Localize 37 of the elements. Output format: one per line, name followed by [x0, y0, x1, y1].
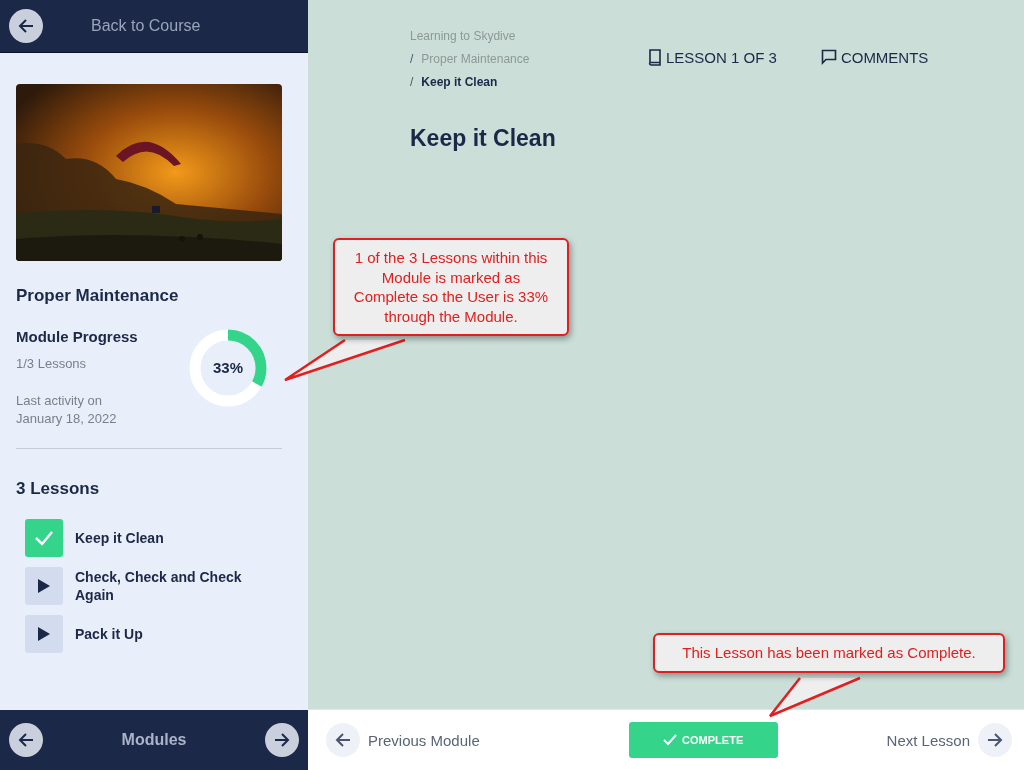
lesson-link[interactable]: Check, Check and Check Again: [75, 567, 260, 605]
comments-button[interactable]: COMMENTS: [820, 46, 929, 68]
arrow-right-icon: [986, 731, 1004, 749]
previous-module-link[interactable]: Previous Module: [326, 723, 480, 757]
back-to-course-link[interactable]: Back to Course: [91, 17, 201, 35]
arrow-left-icon: [334, 731, 352, 749]
lesson-count: 1/3 Lessons: [16, 356, 88, 371]
arrow-right-icon: [273, 731, 291, 749]
lessons-heading: 3 Lessons: [16, 479, 101, 500]
checkmark-icon: [34, 530, 54, 547]
module-title: Proper Maintenance: [16, 286, 180, 306]
play-button[interactable]: [25, 615, 63, 654]
speech-bubble-icon: [820, 49, 837, 65]
lesson-link[interactable]: Keep it Clean: [75, 529, 260, 548]
last-activity-text: Last activity on January 18, 2022: [16, 392, 118, 428]
play-icon: [38, 627, 50, 642]
checkmark-icon: [663, 734, 678, 746]
play-icon: [38, 579, 50, 594]
previous-module-button[interactable]: [9, 723, 43, 757]
annotation-callout: This Lesson has been marked as Complete.: [653, 633, 1005, 673]
lesson-counter: LESSON 1 OF 3: [648, 46, 777, 68]
breadcrumb-separator: /: [410, 51, 414, 66]
modules-label: Modules: [121, 731, 187, 749]
play-button[interactable]: [25, 567, 63, 606]
next-module-button[interactable]: [265, 723, 299, 757]
arrow-left-icon: [17, 17, 35, 35]
progress-heading: Module Progress: [16, 328, 139, 345]
lesson-link[interactable]: Pack it Up: [75, 625, 260, 644]
next-lesson-link[interactable]: Next Lesson: [886, 723, 1012, 757]
breadcrumb-separator: /: [410, 74, 414, 89]
back-button[interactable]: [9, 9, 43, 43]
annotation-callout: 1 of the 3 Lessons within this Module is marked as Complete so the User is 33% through the Module.: [333, 238, 569, 336]
lesson-title: Keep it Clean: [410, 125, 557, 152]
completed-checkbox[interactable]: [25, 519, 63, 558]
progress-percent: 33%: [212, 359, 244, 376]
arrow-left-icon: [17, 731, 35, 749]
book-icon: [648, 48, 662, 66]
